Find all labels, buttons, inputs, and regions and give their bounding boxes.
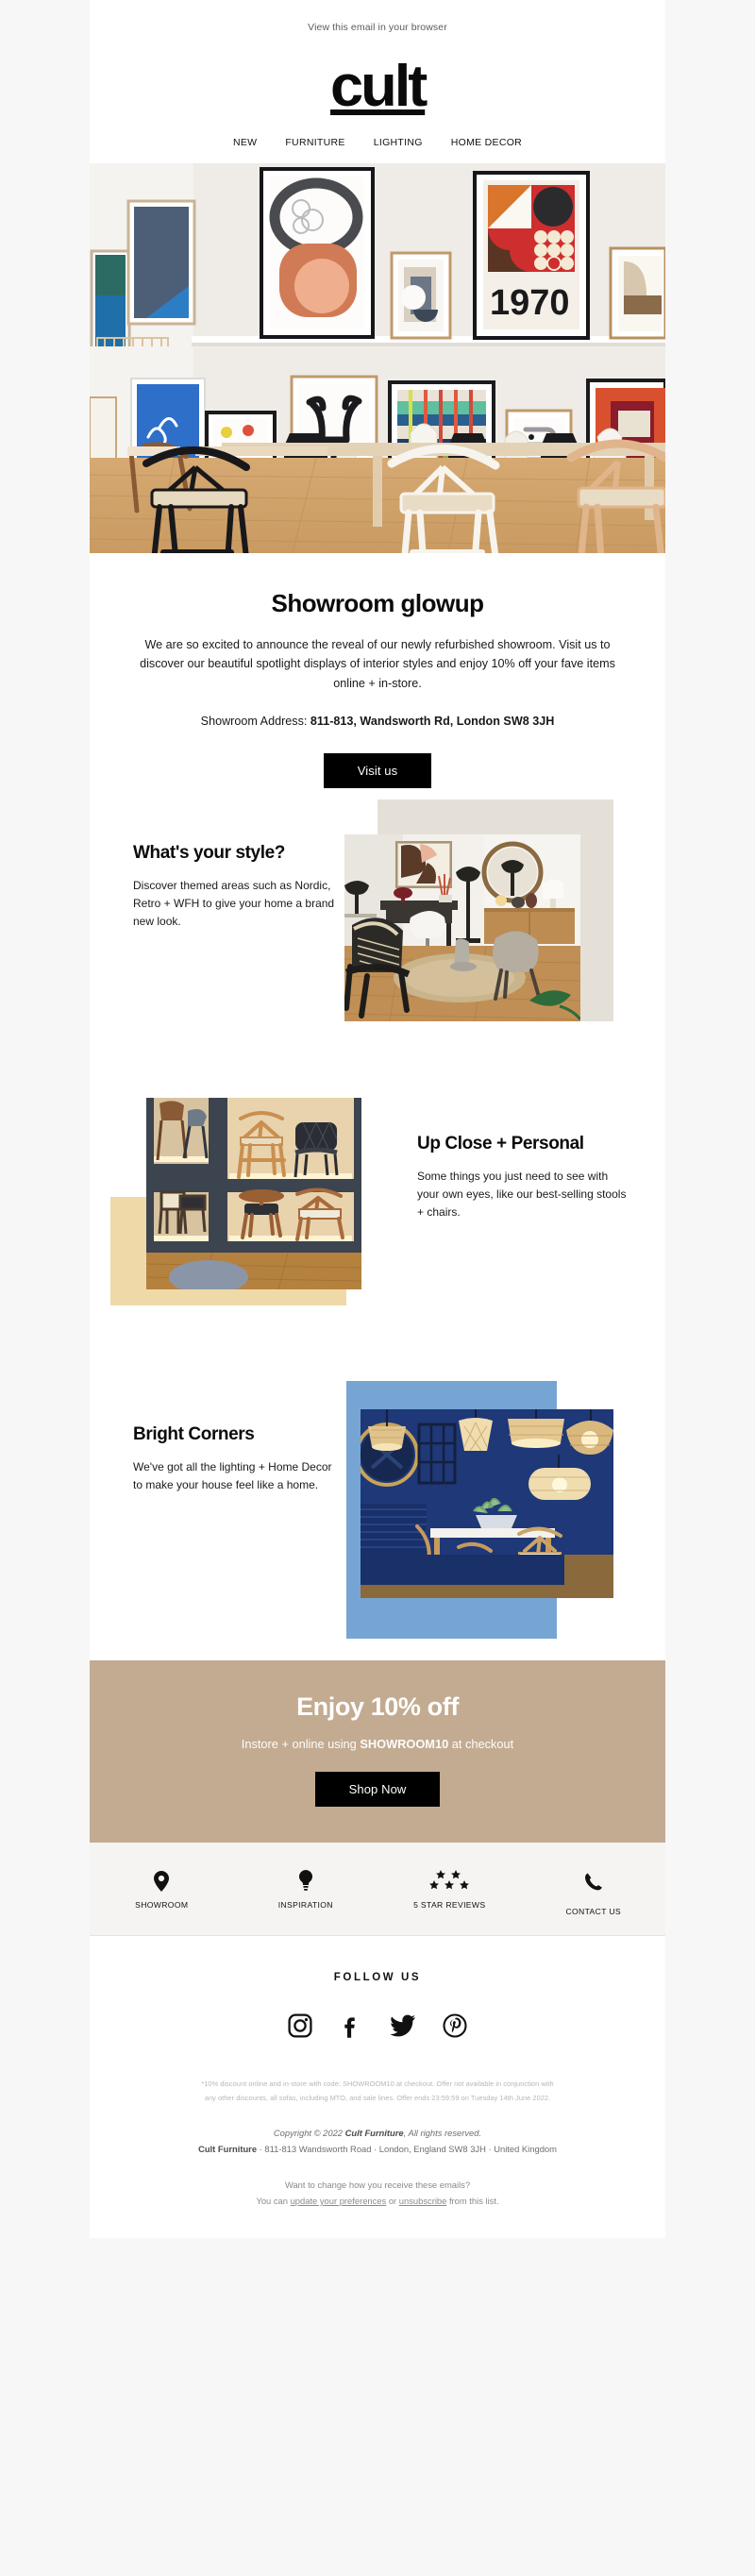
feature-heading: What's your style? bbox=[133, 843, 285, 864]
icon-item-contact[interactable]: CONTACT US bbox=[522, 1863, 666, 1916]
icon-label: CONTACT US bbox=[565, 1907, 622, 1917]
copyright-prefix: Copyright © 2022 bbox=[273, 2128, 345, 2139]
icon-item-inspiration[interactable]: INSPIRATION bbox=[234, 1863, 378, 1916]
preferences: Want to change how you receive these ema… bbox=[144, 2178, 611, 2210]
promo-suffix: at checkout bbox=[448, 1737, 514, 1752]
feature-image[interactable] bbox=[344, 834, 580, 1022]
feature-text: Up Close + Personal Some things you just… bbox=[417, 1134, 629, 1221]
disclaimer-line-1: *10% discount online and in-store with c… bbox=[201, 2079, 554, 2089]
location-pin-icon bbox=[90, 1863, 234, 1893]
hero-image[interactable]: 1970 bbox=[89, 163, 670, 581]
brand-logo[interactable]: cult bbox=[330, 58, 428, 116]
feature-artwork bbox=[344, 800, 646, 1073]
pinterest-icon[interactable] bbox=[443, 2013, 467, 2038]
promo-prefix: Instore + online using bbox=[241, 1737, 361, 1752]
feature-block-bright: Bright Corners We've got all the lightin… bbox=[90, 1370, 665, 1661]
feature-block-upclose: Up Close + Personal Some things you just… bbox=[90, 1079, 665, 1371]
showroom-address: Showroom Address: 811-813, Wandsworth Rd… bbox=[129, 712, 626, 731]
icon-label: INSPIRATION bbox=[277, 1900, 333, 1911]
icon-item-reviews[interactable]: 5 STAR REVIEWS bbox=[378, 1863, 522, 1916]
feature-artwork bbox=[110, 1088, 412, 1362]
five-stars-icon bbox=[378, 1863, 522, 1892]
icon-label: 5 STAR REVIEWS bbox=[413, 1900, 486, 1911]
twitter-icon[interactable] bbox=[390, 2013, 416, 2038]
intro-section: Showroom glowup We are so excited to ann… bbox=[90, 553, 665, 732]
copyright-suffix: , All rights reserved. bbox=[403, 2128, 482, 2139]
lightbulb-icon bbox=[234, 1863, 378, 1892]
nav-item-new[interactable]: NEW bbox=[233, 137, 257, 148]
unsubscribe-link[interactable]: unsubscribe bbox=[399, 2196, 447, 2206]
feature-block-style: What's your style? Discover themed areas… bbox=[90, 788, 665, 1080]
feature-text: What's your style? Discover themed areas… bbox=[133, 843, 336, 930]
intro-body: We are so excited to announce the reveal… bbox=[140, 638, 615, 690]
address-rest: · 811-813 Wandsworth Road · London, Engl… bbox=[257, 2143, 557, 2154]
main-nav: NEW FURNITURE LIGHTING HOME DECOR bbox=[90, 127, 665, 163]
prefs-prefix: You can bbox=[256, 2196, 291, 2207]
icon-label: SHOWROOM bbox=[135, 1900, 189, 1911]
icon-strip: SHOWROOM INSPIRATION 5 STAR REVIEWS CONT… bbox=[90, 1843, 666, 1936]
feature-image[interactable] bbox=[146, 1098, 361, 1290]
feature-text: Bright Corners We've got all the lightin… bbox=[133, 1424, 336, 1493]
prefs-suffix: from this list. bbox=[446, 2196, 499, 2207]
prefs-question: Want to change how you receive these ema… bbox=[284, 2180, 471, 2191]
promo-heading: Enjoy 10% off bbox=[296, 1692, 459, 1722]
copyright: Copyright © 2022 Cult Furniture, All rig… bbox=[144, 2126, 611, 2157]
feature-heading: Bright Corners bbox=[133, 1424, 255, 1445]
nav-item-home-decor[interactable]: HOME DECOR bbox=[451, 137, 522, 148]
visit-us-row: Visit us bbox=[90, 731, 665, 789]
copyright-brand: Cult Furniture bbox=[344, 2128, 404, 2139]
footer: *10% discount online and in-store with c… bbox=[90, 2066, 665, 2238]
copyright-line: Copyright © 2022 Cult Furniture, All rig… bbox=[144, 2126, 611, 2141]
feature-body: Discover themed areas such as Nordic, Re… bbox=[133, 879, 335, 928]
promo-banner: Enjoy 10% off Instore + online using SHO… bbox=[90, 1660, 665, 1844]
phone-icon bbox=[522, 1863, 666, 1892]
email-body: View this email in your browser cult NEW… bbox=[89, 0, 670, 2238]
feature-artwork bbox=[346, 1379, 658, 1653]
feature-body: Some things you just need to see with yo… bbox=[417, 1170, 627, 1219]
company-address: Cult Furniture · 811-813 Wandsworth Road… bbox=[144, 2142, 611, 2157]
address-value: 811-813, Wandsworth Rd, London SW8 3JH bbox=[310, 715, 555, 729]
promo-code: SHOWROOM10 bbox=[360, 1737, 449, 1752]
follow-title: FOLLOW US bbox=[333, 1972, 422, 1984]
visit-us-button[interactable]: Visit us bbox=[323, 753, 432, 789]
nav-item-furniture[interactable]: FURNITURE bbox=[285, 137, 344, 148]
instagram-icon[interactable] bbox=[288, 2013, 312, 2038]
facebook-icon[interactable] bbox=[339, 2013, 363, 2039]
page-title: Showroom glowup bbox=[271, 589, 484, 617]
prefs-middle: or bbox=[386, 2196, 399, 2207]
logo-container: cult bbox=[90, 35, 665, 127]
feature-body: We've got all the lighting + Home Decor … bbox=[133, 1460, 332, 1491]
update-preferences-link[interactable]: update your preferences bbox=[291, 2196, 387, 2206]
icon-item-showroom[interactable]: SHOWROOM bbox=[90, 1863, 234, 1916]
address-label: Showroom Address: bbox=[200, 715, 308, 729]
prefs-actions: You can update your preferences or unsub… bbox=[144, 2194, 611, 2210]
disclaimer: *10% discount online and in-store with c… bbox=[144, 2078, 611, 2105]
preheader: View this email in your browser bbox=[90, 0, 665, 35]
disclaimer-line-2: any other discounts, all sofas, includin… bbox=[204, 2093, 551, 2102]
follow-section: FOLLOW US bbox=[90, 1936, 665, 1990]
nav-item-lighting[interactable]: LIGHTING bbox=[374, 137, 423, 148]
shop-now-button[interactable]: Shop Now bbox=[314, 1772, 441, 1808]
promo-subline: Instore + online using SHOWROOM10 at che… bbox=[90, 1737, 665, 1751]
social-links bbox=[90, 1989, 665, 2067]
svg-text:1970: 1970 bbox=[490, 283, 570, 323]
email-page: View this email in your browser cult NEW… bbox=[0, 0, 755, 2576]
address-brand: Cult Furniture bbox=[198, 2143, 258, 2154]
view-in-browser-link[interactable]: View this email in your browser bbox=[308, 22, 447, 33]
feature-heading: Up Close + Personal bbox=[417, 1134, 584, 1154]
feature-image[interactable] bbox=[361, 1409, 613, 1599]
